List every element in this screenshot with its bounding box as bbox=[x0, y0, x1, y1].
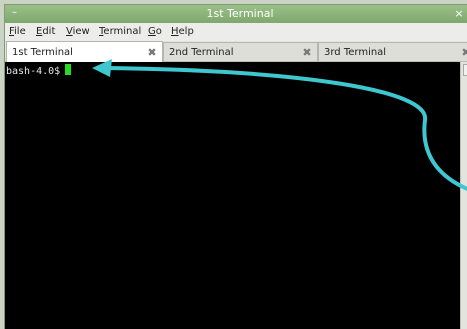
tab-label: 1st Terminal bbox=[12, 47, 73, 58]
menu-terminal-label: erminal bbox=[103, 26, 142, 37]
menubar: File Edit View Terminal Go Help bbox=[5, 23, 467, 41]
menu-help-label: elp bbox=[178, 26, 194, 37]
tab-label: 2nd Terminal bbox=[169, 47, 234, 58]
tab-close-icon[interactable]: ✖ bbox=[460, 43, 467, 62]
menu-view-label: iew bbox=[72, 26, 90, 37]
terminal-output[interactable]: bash-4.0$ bbox=[5, 62, 460, 329]
menu-edit-label: dit bbox=[42, 26, 56, 37]
menu-edit[interactable]: Edit bbox=[36, 23, 55, 41]
menu-help-mnemonic: H bbox=[171, 26, 179, 37]
menu-go[interactable]: Go bbox=[148, 23, 162, 41]
tab-close-icon[interactable]: ✖ bbox=[301, 43, 313, 62]
tab-3rd-terminal[interactable]: 3rd Terminal ✖ bbox=[318, 42, 467, 61]
shell-prompt: bash-4.0$ bbox=[6, 66, 61, 77]
titlebar[interactable]: – 1st Terminal × bbox=[5, 5, 467, 23]
text-cursor bbox=[65, 64, 72, 75]
menu-go-mnemonic: G bbox=[148, 26, 156, 37]
menu-view[interactable]: View bbox=[66, 23, 90, 41]
menu-help[interactable]: Help bbox=[171, 23, 194, 41]
tab-label: 3rd Terminal bbox=[324, 47, 387, 58]
desktop: – 1st Terminal × File Edit View Terminal… bbox=[0, 0, 467, 329]
scroll-up-button[interactable] bbox=[463, 64, 467, 76]
tab-bar: 1st Terminal ✖ 2nd Terminal ✖ 3rd Termin… bbox=[5, 41, 467, 62]
menu-go-label: o bbox=[155, 26, 162, 37]
terminal-window: – 1st Terminal × File Edit View Terminal… bbox=[4, 4, 467, 329]
menu-file[interactable]: File bbox=[9, 23, 26, 41]
prompt-line: bash-4.0$ bbox=[6, 64, 72, 78]
close-icon[interactable]: × bbox=[449, 6, 467, 21]
menu-view-mnemonic: V bbox=[66, 26, 73, 37]
tab-close-icon[interactable]: ✖ bbox=[146, 42, 158, 63]
menu-file-label: ile bbox=[14, 26, 26, 37]
vertical-scrollbar[interactable] bbox=[460, 62, 467, 329]
window-title: 1st Terminal bbox=[206, 7, 274, 20]
tab-2nd-terminal[interactable]: 2nd Terminal ✖ bbox=[163, 42, 318, 61]
tab-1st-terminal[interactable]: 1st Terminal ✖ bbox=[6, 41, 163, 62]
menu-terminal[interactable]: Terminal bbox=[99, 23, 141, 41]
